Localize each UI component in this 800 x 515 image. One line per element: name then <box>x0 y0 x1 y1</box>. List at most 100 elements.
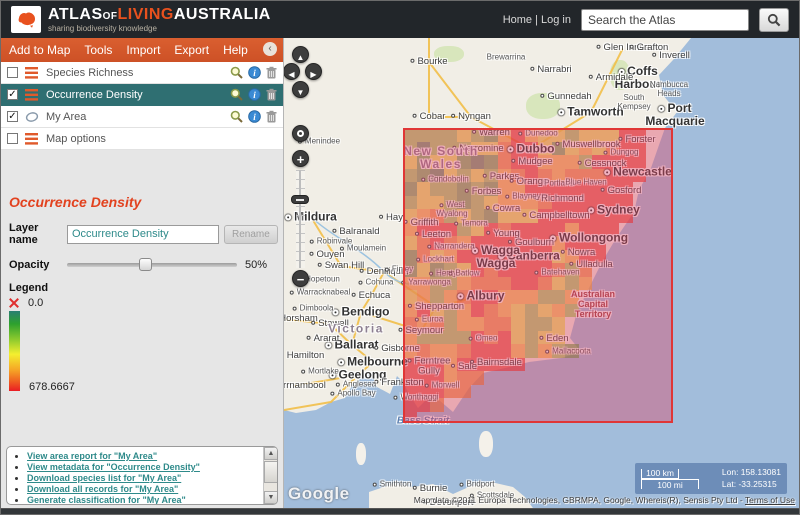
search-button[interactable] <box>759 8 789 32</box>
links-scrollbar[interactable]: ▲ ▼ <box>263 447 277 504</box>
density-cell <box>430 209 444 223</box>
scale-coordinates-panel: 100 km 100 mi Lon: 158.13081 Lat: -33.25… <box>635 463 787 494</box>
zoom-to-layer-icon[interactable] <box>230 110 243 123</box>
collapse-sidebar-button[interactable]: ‹ <box>263 42 277 56</box>
pan-right-button[interactable]: ▶ <box>305 63 322 80</box>
search-input[interactable] <box>581 9 749 31</box>
density-cell <box>511 128 525 142</box>
rename-button[interactable]: Rename <box>224 225 278 244</box>
density-cell <box>430 196 444 210</box>
density-cell <box>417 128 431 142</box>
zoom-out-button[interactable]: − <box>292 270 309 287</box>
density-cell <box>619 209 633 223</box>
delete-layer-icon[interactable] <box>266 88 277 101</box>
density-cell <box>444 263 458 277</box>
layer-row-species-richness[interactable]: Species Richnessi <box>1 62 283 84</box>
scroll-up-button[interactable]: ▲ <box>264 447 278 460</box>
layer-info-icon[interactable]: i <box>248 88 261 101</box>
density-cell <box>471 331 485 345</box>
density-cell <box>606 155 620 169</box>
density-cell <box>565 155 579 169</box>
layer-checkbox-occurrence-density[interactable]: ✓ <box>7 89 18 100</box>
density-cell <box>511 250 525 264</box>
menu-item-tools[interactable]: Tools <box>84 43 112 57</box>
layer-info-icon[interactable]: i <box>248 66 261 79</box>
density-cell <box>417 182 431 196</box>
density-cell <box>471 182 485 196</box>
zoom-to-layer-icon[interactable] <box>230 88 243 101</box>
opacity-slider-handle[interactable] <box>139 258 152 271</box>
zoom-slider-track[interactable] <box>296 170 305 268</box>
density-cell <box>592 169 606 183</box>
pan-up-button[interactable]: ▲ <box>292 46 309 63</box>
density-cell <box>525 169 539 183</box>
layer-checkbox-species-richness[interactable] <box>7 67 18 78</box>
density-cell <box>579 128 593 142</box>
delete-layer-icon[interactable] <box>266 110 277 123</box>
area-action-link[interactable]: View area report for "My Area" <box>27 451 157 461</box>
menu-item-import[interactable]: Import <box>126 43 160 57</box>
scroll-down-button[interactable]: ▼ <box>264 491 278 504</box>
delete-layer-icon[interactable] <box>266 66 277 79</box>
density-cell <box>457 142 471 156</box>
nav-home-login[interactable]: Home | Log in <box>503 14 571 26</box>
layer-name-input[interactable] <box>67 225 219 244</box>
density-cell <box>417 344 431 358</box>
density-cell <box>498 277 512 291</box>
arrow-down-icon: ▼ <box>297 88 305 97</box>
density-cell <box>498 263 512 277</box>
area-action-link[interactable]: View metadata for "Occurrence Density" <box>27 462 200 472</box>
layer-checkbox-my-area[interactable]: ✓ <box>7 111 18 122</box>
density-cell <box>471 358 485 372</box>
density-cell <box>457 371 471 385</box>
brand-tagline: sharing biodiversity knowledge <box>48 25 271 33</box>
density-cell <box>457 317 471 331</box>
google-logo[interactable]: Google <box>288 484 350 504</box>
density-cell <box>525 236 539 250</box>
zoom-in-button[interactable]: + <box>292 150 309 167</box>
area-action-link[interactable]: Generate classification for "My Area" <box>27 495 186 505</box>
zoom-to-layer-icon[interactable] <box>230 66 243 79</box>
terms-of-use-link[interactable]: Terms of Use <box>745 495 795 505</box>
recenter-button[interactable] <box>292 125 309 142</box>
density-cell <box>511 358 525 372</box>
density-cell <box>633 142 647 156</box>
longitude-readout: Lon: 158.13081 <box>722 467 781 479</box>
density-cell <box>444 236 458 250</box>
density-cell <box>471 209 485 223</box>
ala-logo[interactable] <box>11 6 41 33</box>
scroll-thumb[interactable] <box>264 461 278 483</box>
layer-row-map-options[interactable]: Map options <box>1 128 283 150</box>
density-cell <box>538 236 552 250</box>
density-cell <box>633 169 647 183</box>
density-cell <box>403 169 417 183</box>
density-cell <box>579 142 593 156</box>
opacity-slider[interactable] <box>67 258 237 272</box>
area-links-panel: View area report for "My Area"View metad… <box>6 446 278 505</box>
density-cell <box>511 182 525 196</box>
area-action-link[interactable]: Download all records for "My Area" <box>27 484 178 494</box>
density-cell <box>444 250 458 264</box>
pan-down-button[interactable]: ▼ <box>292 81 309 98</box>
density-cell <box>606 142 620 156</box>
map-canvas[interactable]: MilduraBendigoMelbourneGeelongBallaratCa… <box>284 38 799 508</box>
menu-item-help[interactable]: Help <box>223 43 248 57</box>
layer-info-icon[interactable]: i <box>248 110 261 123</box>
menu-item-export[interactable]: Export <box>174 43 209 57</box>
layers-icon <box>25 133 39 145</box>
density-cell <box>430 398 444 412</box>
opacity-slider-track[interactable] <box>67 263 237 267</box>
density-cell <box>430 223 444 237</box>
density-cell <box>430 317 444 331</box>
layer-row-occurrence-density[interactable]: ✓Occurrence Densityi <box>1 84 283 106</box>
area-action-link[interactable]: Download species list for "My Area" <box>27 473 181 483</box>
density-cell <box>457 263 471 277</box>
zoom-slider-handle[interactable] <box>291 195 309 204</box>
density-cell <box>538 304 552 318</box>
layer-row-my-area[interactable]: ✓My Areai <box>1 106 283 128</box>
density-cell <box>565 304 579 318</box>
density-cell <box>592 236 606 250</box>
menu-item-add-to-map[interactable]: Add to Map <box>9 43 70 57</box>
layer-checkbox-map-options[interactable] <box>7 133 18 144</box>
density-cell <box>484 223 498 237</box>
